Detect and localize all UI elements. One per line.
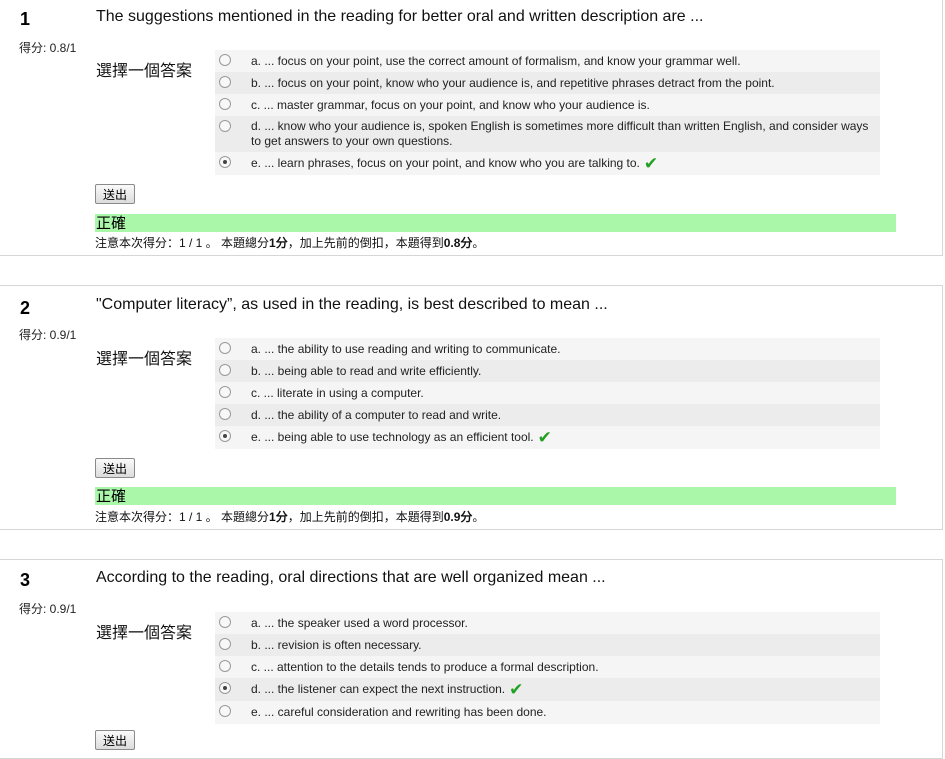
correct-check-icon: ✔ [643,154,659,173]
question-3: 3 得分: 0.9/1 According to the reading, or… [0,559,943,759]
answer-label: c. ... attention to the details tends to… [251,660,599,674]
answer-option-b[interactable]: b. ... revision is often necessary. [215,634,880,656]
question-grade: 得分: 0.9/1 [19,602,77,616]
answer-label: d. ... the listener can expect the next … [251,682,506,696]
answer-label: b. ... being able to read and write effi… [251,364,482,378]
score-note: 注意本次得分：1 / 1 。 本題總分1分，加上先前的倒扣，本題得到0.9分。 [95,510,485,524]
question-number: 1 [20,9,31,29]
answer-prompt: 選擇一個答案 [96,625,193,642]
answer-label: a. ... the speaker used a word processor… [251,616,468,630]
question-2: 2 得分: 0.9/1 "Computer literacy”, as used… [0,285,943,530]
answer-option-c[interactable]: c. ... literate in using a computer. [215,382,880,404]
radio-button[interactable] [219,342,231,354]
answer-prompt: 選擇一個答案 [96,63,193,80]
answer-option-d[interactable]: d. ... the ability of a computer to read… [215,404,880,426]
radio-button-selected[interactable] [219,156,231,168]
radio-button-selected[interactable] [219,682,231,694]
answer-option-a[interactable]: a. ... the speaker used a word processor… [215,612,880,634]
answer-label: c. ... literate in using a computer. [251,386,424,400]
radio-button[interactable] [219,386,231,398]
answer-option-b[interactable]: b. ... being able to read and write effi… [215,360,880,382]
answer-prompt: 選擇一個答案 [96,351,193,368]
answer-option-a[interactable]: a. ... the ability to use reading and wr… [215,338,880,360]
radio-button[interactable] [219,408,231,420]
question-number: 3 [20,570,31,590]
answer-label: d. ... the ability of a computer to read… [251,408,502,422]
answer-option-e[interactable]: e. ... being able to use technology as a… [215,426,880,449]
answer-option-d[interactable]: d. ... know who your audience is, spoken… [215,116,880,152]
submit-button[interactable]: 送出 [95,184,136,204]
radio-button-selected[interactable] [219,430,231,442]
answer-option-c[interactable]: c. ... master grammar, focus on your poi… [215,94,880,116]
answer-option-a[interactable]: a. ... focus on your point, use the corr… [215,50,880,72]
question-grade: 得分: 0.9/1 [19,328,77,342]
question-1: 1 得分: 0.8/1 The suggestions mentioned in… [0,0,943,256]
radio-button[interactable] [219,660,231,672]
answer-label: c. ... master grammar, focus on your poi… [251,98,650,112]
question-text: According to the reading, oral direction… [96,569,606,586]
answer-list: a. ... the ability to use reading and wr… [215,338,880,449]
answer-option-e[interactable]: e. ... learn phrases, focus on your poin… [215,152,880,175]
answer-option-b[interactable]: b. ... focus on your point, know who you… [215,72,880,94]
question-number: 2 [20,298,31,318]
radio-button[interactable] [219,705,231,717]
answer-label: b. ... focus on your point, know who you… [251,76,775,90]
answer-option-d[interactable]: d. ... the listener can expect the next … [215,678,880,701]
correct-check-icon: ✔ [509,680,524,699]
radio-button[interactable] [219,54,231,66]
answer-option-c[interactable]: c. ... attention to the details tends to… [215,656,880,678]
answer-list: a. ... the speaker used a word processor… [215,612,880,724]
submit-button[interactable]: 送出 [95,458,136,478]
answer-label: e. ... being able to use technology as a… [251,430,534,444]
radio-button[interactable] [219,364,231,376]
radio-button[interactable] [219,76,231,88]
correct-check-icon: ✔ [537,428,552,447]
question-grade: 得分: 0.8/1 [19,41,77,55]
score-note: 注意本次得分：1 / 1 。 本題總分1分，加上先前的倒扣，本題得到0.8分。 [95,236,485,250]
question-text: "Computer literacy”, as used in the read… [96,296,608,313]
answer-label: b. ... revision is often necessary. [251,638,422,652]
radio-button[interactable] [219,638,231,650]
result-correct-banner: 正確 [95,214,896,232]
radio-button[interactable] [219,616,231,628]
radio-button[interactable] [219,120,231,132]
result-correct-banner: 正確 [95,487,896,505]
radio-button[interactable] [219,98,231,110]
answer-label: a. ... the ability to use reading and wr… [251,342,561,356]
answer-list: a. ... focus on your point, use the corr… [215,50,880,175]
question-text: The suggestions mentioned in the reading… [96,8,704,25]
answer-label: e. ... learn phrases, focus on your poin… [251,156,640,170]
submit-button[interactable]: 送出 [95,730,136,750]
answer-option-e[interactable]: e. ... careful consideration and rewriti… [215,701,880,724]
answer-label: e. ... careful consideration and rewriti… [251,705,547,719]
answer-label: a. ... focus on your point, use the corr… [251,54,741,68]
answer-label: d. ... know who your audience is, spoken… [251,119,869,148]
